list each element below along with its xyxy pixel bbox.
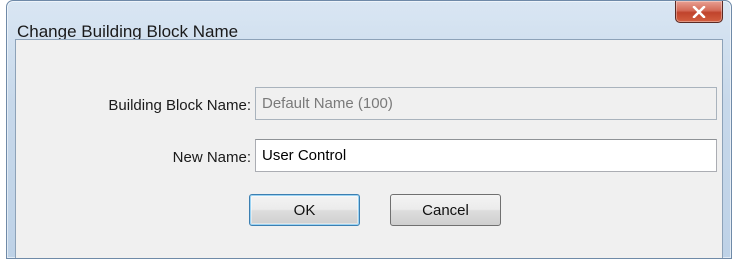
dialog-body: Building Block Name: New Name: OK Cancel xyxy=(15,39,723,258)
new-name-input[interactable] xyxy=(255,139,717,172)
title-bar[interactable]: Change Building Block Name xyxy=(7,1,731,41)
dialog-title: Change Building Block Name xyxy=(17,22,239,41)
ok-button[interactable]: OK xyxy=(249,194,360,226)
building-block-name-label: Building Block Name: xyxy=(108,97,251,114)
close-icon xyxy=(692,5,706,18)
new-name-label: New Name: xyxy=(172,149,251,166)
cancel-button[interactable]: Cancel xyxy=(390,194,501,226)
building-block-name-field xyxy=(255,87,717,120)
close-button[interactable] xyxy=(675,1,723,23)
dialog-window: Change Building Block Name Building Bloc… xyxy=(6,0,732,259)
